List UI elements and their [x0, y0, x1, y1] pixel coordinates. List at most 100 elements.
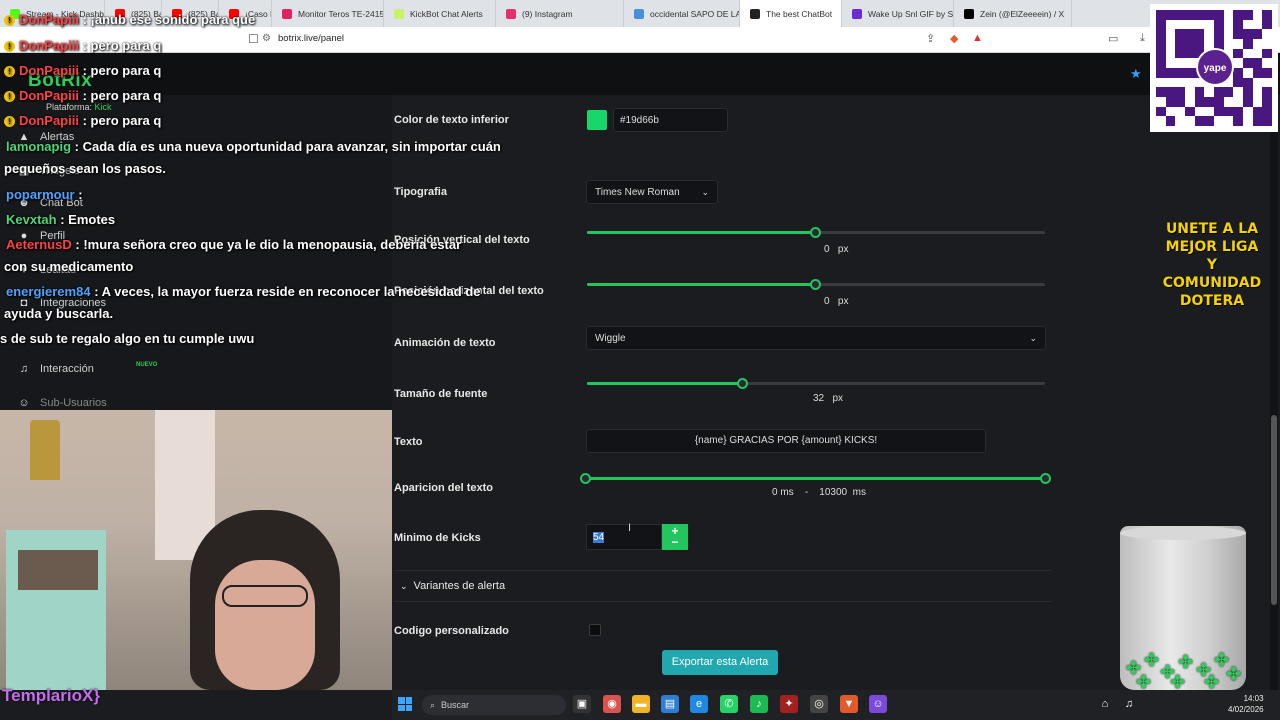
- warning-icon[interactable]: ▲: [972, 32, 983, 44]
- file-explorer-icon[interactable]: ▬: [632, 695, 650, 713]
- chat-text: : pero para q: [82, 38, 162, 53]
- chat-username: poparmour: [6, 187, 75, 202]
- obs-icon[interactable]: ◎: [810, 695, 828, 713]
- share-icon[interactable]: ⇪: [926, 32, 935, 45]
- chat-badge-icon: !: [4, 91, 15, 102]
- browser-tab[interactable]: The best ChatBot✕: [740, 0, 842, 27]
- appear-range-end-handle[interactable]: [1040, 473, 1051, 484]
- color-swatch[interactable]: [587, 110, 607, 130]
- kicks-stepper[interactable]: + −: [662, 524, 688, 550]
- trophy: [30, 420, 60, 480]
- bookmark-icon[interactable]: ☐: [248, 32, 259, 46]
- taskbar-search[interactable]: ⌕ Buscar: [422, 695, 566, 715]
- spotify-icon[interactable]: ♪: [750, 695, 768, 713]
- chat-username: DonPapiii: [19, 113, 79, 128]
- hpos-value: 0 px: [824, 296, 849, 307]
- vpos-slider-handle[interactable]: [810, 227, 821, 238]
- font-size-label: Tamaño de fuente: [394, 388, 488, 400]
- clover-coins: ✤ ✤ ✤ ✤ ✤ ✤ ✤ ✤ ✤ ✤: [1126, 648, 1244, 692]
- tab-label: The best ChatBot: [766, 8, 833, 19]
- store-icon[interactable]: ▤: [661, 695, 679, 713]
- browser-tab[interactable]: KickBot Chat Alerts: [384, 0, 496, 27]
- tab-favicon: [750, 8, 760, 19]
- promo-text: UNETE A LA MEJOR LIGA Y COMUNIDAD DOTERA: [1162, 221, 1262, 309]
- chat-message: poparmour :: [6, 187, 83, 202]
- brave-icon[interactable]: ▼: [840, 695, 858, 713]
- chat-text: : ¡anub ese sonido para que: [82, 12, 256, 27]
- task-view-icon[interactable]: ▣: [573, 695, 591, 713]
- hpos-slider-handle[interactable]: [810, 279, 821, 290]
- glasses: [222, 585, 308, 607]
- chat-message: ! DonPapiii : pero para q: [4, 88, 161, 103]
- appear-range-start-handle[interactable]: [580, 473, 591, 484]
- tab-label: Wake Up Snl GIF by Sa: [868, 8, 954, 19]
- scrollbar[interactable]: [1270, 95, 1278, 690]
- browser-tab[interactable]: Monitor Teros TE-2415: [272, 0, 384, 27]
- tab-label: occidental SAPO DE LA: [650, 8, 740, 19]
- download-icon[interactable]: ⤓: [1140, 32, 1145, 45]
- windows-start-icon[interactable]: [398, 697, 412, 711]
- chat-username: DonPapiii: [19, 38, 79, 53]
- chat-message: lamonapig : Cada día es una nueva oportu…: [6, 139, 501, 154]
- custom-code-checkbox[interactable]: [589, 624, 601, 636]
- sidebar-toggle-icon[interactable]: ▭: [1108, 32, 1118, 45]
- chat-text: :: [78, 187, 83, 202]
- color-label: Color de texto inferior: [394, 114, 509, 126]
- chat-message: ayuda y buscarla.: [4, 306, 113, 321]
- tab-label: Zein (@ElZeeeein) / X: [980, 8, 1065, 19]
- chat-badge-icon: !: [4, 41, 15, 52]
- browser-tab[interactable]: Zein (@ElZeeeein) / X: [954, 0, 1072, 27]
- chat-message: pequeños sean los pasos.: [4, 161, 166, 176]
- app-icon[interactable]: ✦: [780, 695, 798, 713]
- font-size-slider-fill: [587, 382, 743, 385]
- browser-tab[interactable]: (9) Instagram: [496, 0, 624, 27]
- scrollbar-thumb[interactable]: [1271, 415, 1277, 605]
- discord-icon[interactable]: ☺: [869, 695, 887, 713]
- volume-icon[interactable]: ♫: [1120, 695, 1138, 713]
- alert-variants-accordion[interactable]: ⌄ Variantes de alerta: [394, 570, 1052, 602]
- min-kicks-input[interactable]: 54: [586, 524, 662, 550]
- tab-favicon: [282, 8, 292, 19]
- custom-code-label: Codigo personalizado: [394, 625, 509, 637]
- system-clock[interactable]: 14:03 4/02/2026: [1228, 693, 1264, 715]
- sidebar-item-interaccion[interactable]: ♫ Interacción: [18, 363, 94, 375]
- star-icon[interactable]: ★: [1130, 66, 1142, 82]
- network-icon[interactable]: ⌂: [1096, 695, 1114, 713]
- text-cursor-icon: I: [628, 522, 632, 534]
- chevron-down-icon: ⌄: [1029, 332, 1037, 343]
- streamer-face: [215, 560, 315, 690]
- chat-text: s de sub te regalo algo en tu cumple uwu: [0, 331, 255, 346]
- url-field[interactable]: botrix.live/panel: [278, 33, 344, 44]
- animation-select[interactable]: Wiggle ⌄: [586, 326, 1046, 350]
- font-select[interactable]: Times New Roman ⌄: [586, 180, 718, 204]
- edge-icon[interactable]: e: [690, 695, 708, 713]
- platform-label: Plataforma: Kick: [46, 102, 112, 112]
- site-info-icon[interactable]: ⚙: [262, 33, 271, 44]
- font-label: Tipografia: [394, 186, 447, 198]
- vpos-slider-fill: [587, 231, 816, 234]
- sidebar-item-subusuarios[interactable]: ☺ Sub-Usuarios: [18, 397, 106, 409]
- appear-range-slider[interactable]: [586, 477, 1046, 480]
- browser-tab[interactable]: occidental SAPO DE LA: [624, 0, 740, 27]
- chat-text: ayuda y buscarla.: [4, 306, 114, 321]
- chat-badge-icon: !: [4, 15, 15, 26]
- chat-badge-icon: !: [4, 66, 15, 77]
- chat-username: Kevxtah: [6, 212, 57, 227]
- export-alert-button[interactable]: Exportar esta Alerta: [662, 650, 778, 675]
- color-hex-input[interactable]: #19d66b: [613, 108, 728, 132]
- webcam-overlay: [0, 410, 392, 690]
- browser-tab[interactable]: Wake Up Snl GIF by Sa: [842, 0, 954, 27]
- text-label: Texto: [394, 436, 423, 448]
- decrement-button[interactable]: −: [662, 536, 688, 548]
- chat-message: energierem84 : A veces, la mayor fuerza …: [6, 284, 481, 299]
- copilot-icon[interactable]: ◉: [603, 695, 621, 713]
- appear-label: Aparicion del texto: [394, 482, 494, 494]
- alert-text-input[interactable]: {name} GRACIAS POR {amount} KICKS!: [586, 429, 986, 453]
- chat-message: ! DonPapiii : pero para q: [4, 38, 161, 53]
- whatsapp-icon[interactable]: ✆: [720, 695, 738, 713]
- brave-shield-icon[interactable]: ◆: [950, 32, 958, 45]
- chat-message: ! DonPapiii : pero para q: [4, 113, 161, 128]
- font-size-slider-handle[interactable]: [737, 378, 748, 389]
- music-icon: ♫: [19, 363, 29, 375]
- new-badge: NUEVO: [136, 362, 158, 368]
